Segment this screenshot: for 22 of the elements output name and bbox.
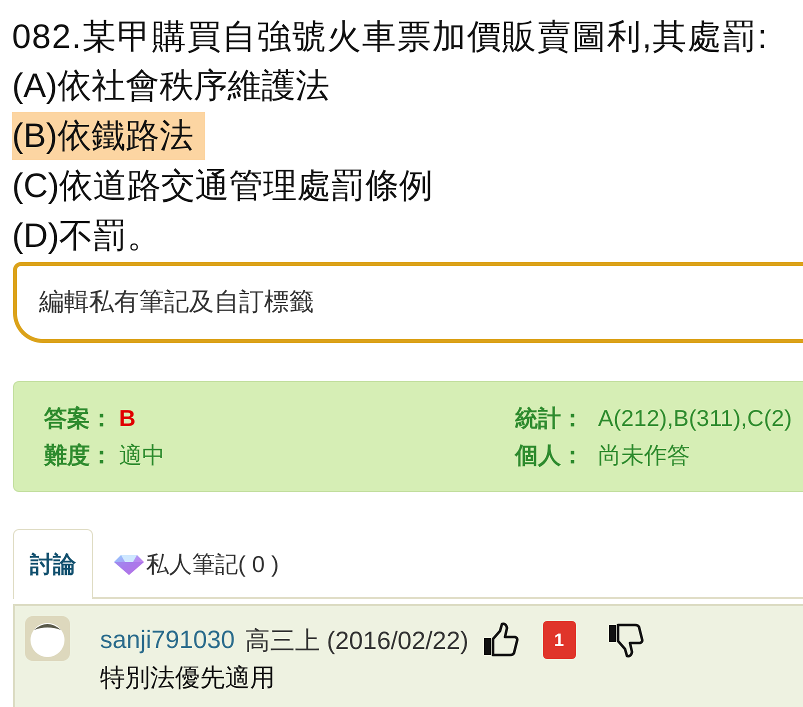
info-label: 統計：	[515, 404, 584, 433]
gem-icon	[114, 554, 144, 574]
info-value: 適中	[119, 441, 165, 470]
answer-option: (C)依道路交通管理處罰條例	[12, 162, 446, 210]
info-label: 難度：	[44, 441, 113, 470]
answer-value: B	[119, 404, 136, 433]
info-label: 答案：	[44, 404, 113, 433]
question-text: 082.某甲購買自強號火車票加價販賣圖利,其處罰:	[12, 17, 770, 58]
like-count-badge: 1	[542, 621, 576, 659]
answer-option: (D)不罰。	[12, 212, 174, 260]
comment-meta: 高三上 (2016/02/22)	[244, 626, 469, 656]
answer-option: (A)依社會秩序維護法	[12, 62, 342, 110]
info-value: A(212),B(311),C(2)	[598, 404, 792, 433]
tab[interactable]: 私人筆記( 0 )	[97, 529, 296, 599]
avatar-icon	[25, 616, 70, 661]
info-label: 個人：	[515, 441, 584, 470]
tab[interactable]: 討論	[13, 529, 93, 599]
answer-option: (B)依鐵路法	[12, 112, 206, 160]
info-value: 尚未作答	[598, 441, 690, 470]
comment-text: 特別法優先適用	[100, 663, 275, 694]
note-input-field[interactable]: 編輯私有筆記及自訂標籤	[13, 262, 803, 343]
username-link[interactable]: sanji791030	[100, 626, 235, 654]
